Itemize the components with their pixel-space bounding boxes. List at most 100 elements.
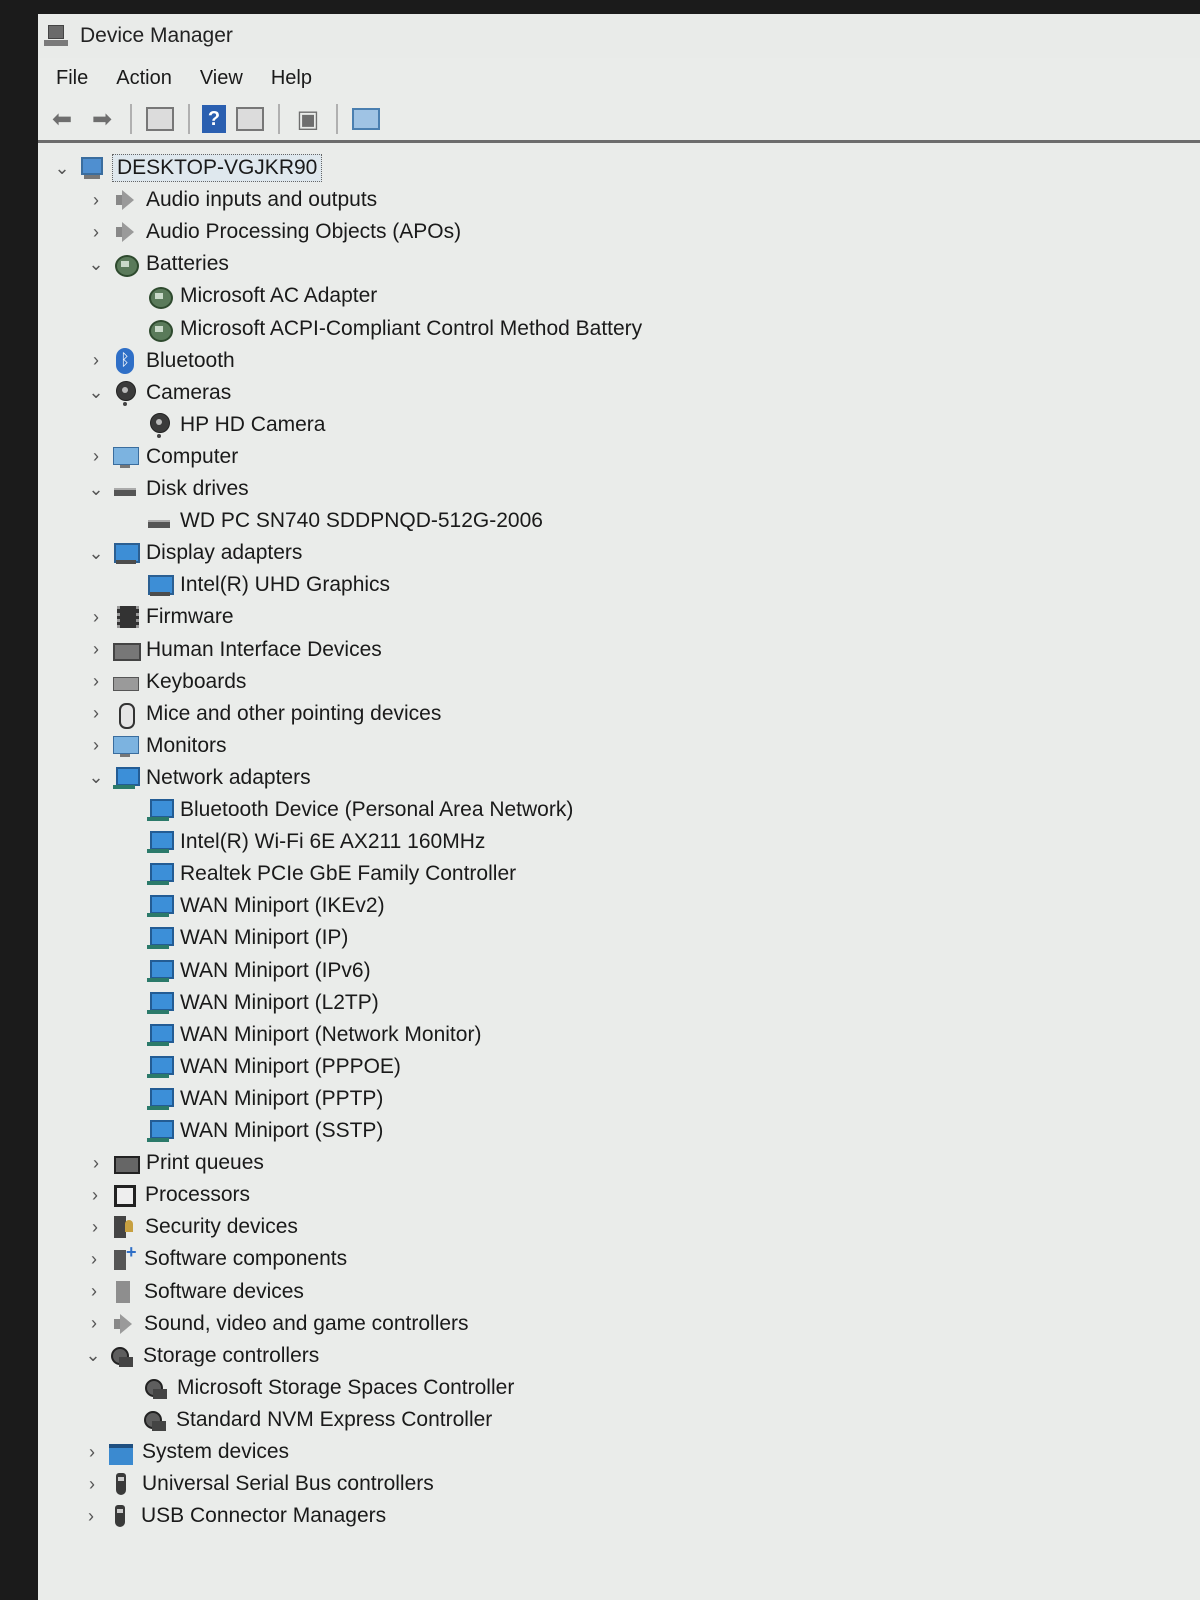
help-icon[interactable]: ? xyxy=(202,105,226,133)
display-icon xyxy=(146,572,174,598)
chevron-right-icon[interactable]: › xyxy=(86,639,106,660)
chevron-right-icon[interactable]: › xyxy=(86,1153,106,1174)
tree-device[interactable]: WAN Miniport (IKEv2) xyxy=(120,890,385,922)
chevron-right-icon[interactable]: › xyxy=(86,735,106,756)
chevron-right-icon[interactable]: › xyxy=(85,1217,105,1238)
chevron-right-icon[interactable]: › xyxy=(86,446,106,467)
disk-icon xyxy=(146,508,172,534)
tree-device[interactable]: Microsoft ACPI-Compliant Control Method … xyxy=(120,313,642,345)
tree-device[interactable]: Standard NVM Express Controller xyxy=(116,1404,492,1436)
chevron-right-icon[interactable]: › xyxy=(84,1313,104,1334)
chevron-right-icon[interactable]: › xyxy=(82,1474,102,1495)
tree-category[interactable]: › Human Interface Devices xyxy=(86,634,382,666)
tree-category[interactable]: › Monitors xyxy=(86,730,227,762)
chevron-down-icon[interactable]: ⌄ xyxy=(86,543,106,564)
network-icon xyxy=(146,797,174,823)
battery-icon xyxy=(112,251,139,278)
tree-item-label: WAN Miniport (PPTP) xyxy=(180,1086,384,1110)
tree-item-label: Realtek PCIe GbE Family Controller xyxy=(180,862,517,886)
tree-category[interactable]: ⌄ Network adapters xyxy=(86,762,311,794)
tree-device[interactable]: Intel(R) Wi-Fi 6E AX211 160MHz xyxy=(120,826,485,858)
tree-device[interactable]: Microsoft Storage Spaces Controller xyxy=(117,1372,514,1404)
tree-category[interactable]: ⌄ Cameras xyxy=(86,377,231,409)
tree-device[interactable]: WAN Miniport (IPv6) xyxy=(120,955,371,987)
tree-item-label: Universal Serial Bus controllers xyxy=(142,1472,434,1496)
chevron-right-icon[interactable]: › xyxy=(86,190,106,211)
tree-category[interactable]: › Software devices xyxy=(84,1276,304,1308)
tree-device[interactable]: WAN Miniport (L2TP) xyxy=(120,987,379,1019)
tree-category[interactable]: › USB Connector Managers xyxy=(81,1500,386,1532)
tree-item-label: WAN Miniport (L2TP) xyxy=(180,990,379,1014)
menu-help[interactable]: Help xyxy=(271,67,312,90)
tree-category[interactable]: ⌄ Display adapters xyxy=(86,537,302,569)
network-icon xyxy=(146,925,174,951)
show-hide-console-tree-button[interactable] xyxy=(144,103,176,135)
tree-category[interactable]: › Computer xyxy=(86,441,238,473)
printer-icon xyxy=(112,1150,140,1176)
tree-device[interactable]: WAN Miniport (PPPOE) xyxy=(120,1051,401,1083)
tree-category[interactable]: ⌄ Disk drives xyxy=(86,473,248,505)
chevron-down-icon[interactable]: ⌄ xyxy=(52,158,72,179)
menu-action[interactable]: Action xyxy=(116,67,172,90)
tree-category[interactable]: › Keyboards xyxy=(86,666,246,698)
scan-hardware-changes-icon[interactable] xyxy=(350,103,382,135)
tree-category[interactable]: › Software components xyxy=(84,1242,347,1275)
chevron-down-icon[interactable]: ⌄ xyxy=(86,479,106,500)
update-driver-icon[interactable]: ▣ xyxy=(292,103,324,135)
chevron-down-icon[interactable]: ⌄ xyxy=(83,1345,103,1366)
chevron-right-icon[interactable]: › xyxy=(86,671,106,692)
chevron-right-icon[interactable]: › xyxy=(86,350,106,371)
tree-device[interactable]: WAN Miniport (Network Monitor) xyxy=(120,1019,481,1051)
speaker-icon xyxy=(112,219,138,245)
tree-category[interactable]: ⌄ Storage controllers xyxy=(83,1340,319,1372)
network-icon xyxy=(146,990,174,1016)
tree-device[interactable]: WAN Miniport (SSTP) xyxy=(120,1115,383,1147)
tree-device[interactable]: WAN Miniport (PPTP) xyxy=(120,1083,383,1115)
tree-device[interactable]: Bluetooth Device (Personal Area Network) xyxy=(120,794,573,826)
camera-icon xyxy=(112,380,138,406)
forward-arrow-icon[interactable]: ➡ xyxy=(86,103,118,135)
tree-category[interactable]: ⌄ Batteries xyxy=(86,248,229,280)
device-manager-window: Device Manager File Action View Help ⬅ ➡… xyxy=(38,14,1200,1600)
properties-button[interactable] xyxy=(234,103,266,135)
chevron-right-icon[interactable]: › xyxy=(82,1442,102,1463)
menu-view[interactable]: View xyxy=(200,67,243,90)
tree-root[interactable]: ⌄ DESKTOP-VGJKR90 xyxy=(52,152,323,184)
tree-category[interactable]: › Audio inputs and outputs xyxy=(86,184,377,216)
chevron-right-icon[interactable]: › xyxy=(84,1249,104,1270)
chevron-down-icon[interactable]: ⌄ xyxy=(86,254,106,275)
tree-item-label: WD PC SN740 SDDPNQD-512G-2006 xyxy=(180,509,543,533)
tree-item-label: Audio Processing Objects (APOs) xyxy=(146,220,462,244)
chevron-right-icon[interactable]: › xyxy=(84,1281,104,1302)
tree-category[interactable]: › Audio Processing Objects (APOs) xyxy=(86,216,461,248)
tree-device[interactable]: Realtek PCIe GbE Family Controller xyxy=(120,858,516,890)
tree-device[interactable]: WD PC SN740 SDDPNQD-512G-2006 xyxy=(120,505,543,537)
chevron-right-icon[interactable]: › xyxy=(86,703,106,724)
tree-device[interactable]: Intel(R) UHD Graphics xyxy=(120,569,390,601)
menu-bar: File Action View Help xyxy=(38,58,1200,98)
network-icon xyxy=(146,1118,174,1144)
chevron-right-icon[interactable]: › xyxy=(85,1185,105,1206)
tree-item-label: WAN Miniport (SSTP) xyxy=(180,1119,384,1142)
tree-category[interactable]: › Bluetooth xyxy=(86,345,235,377)
tree-category[interactable]: › Universal Serial Bus controllers xyxy=(82,1468,434,1500)
tree-item-label: Bluetooth Device (Personal Area Network) xyxy=(180,798,574,821)
tree-category[interactable]: › System devices xyxy=(82,1436,289,1468)
chevron-right-icon[interactable]: › xyxy=(81,1506,101,1527)
tree-category[interactable]: › Sound, video and game controllers xyxy=(84,1308,469,1340)
chevron-right-icon[interactable]: › xyxy=(86,607,106,628)
chevron-down-icon[interactable]: ⌄ xyxy=(86,767,106,788)
back-arrow-icon[interactable]: ⬅ xyxy=(46,103,78,135)
tree-device[interactable]: Microsoft AC Adapter xyxy=(120,280,377,312)
tree-category[interactable]: › Firmware xyxy=(86,601,234,633)
tree-category[interactable]: › Security devices xyxy=(85,1211,298,1243)
tree-device[interactable]: HP HD Camera xyxy=(120,409,325,441)
chevron-down-icon[interactable]: ⌄ xyxy=(86,382,106,403)
tree-item-label: Standard NVM Express Controller xyxy=(176,1407,493,1431)
tree-category[interactable]: › Mice and other pointing devices xyxy=(86,698,441,730)
menu-file[interactable]: File xyxy=(56,67,88,90)
tree-category[interactable]: › Processors xyxy=(85,1179,250,1211)
tree-category[interactable]: › Print queues xyxy=(86,1147,264,1179)
chevron-right-icon[interactable]: › xyxy=(86,222,106,243)
tree-device[interactable]: WAN Miniport (IP) xyxy=(120,922,348,954)
